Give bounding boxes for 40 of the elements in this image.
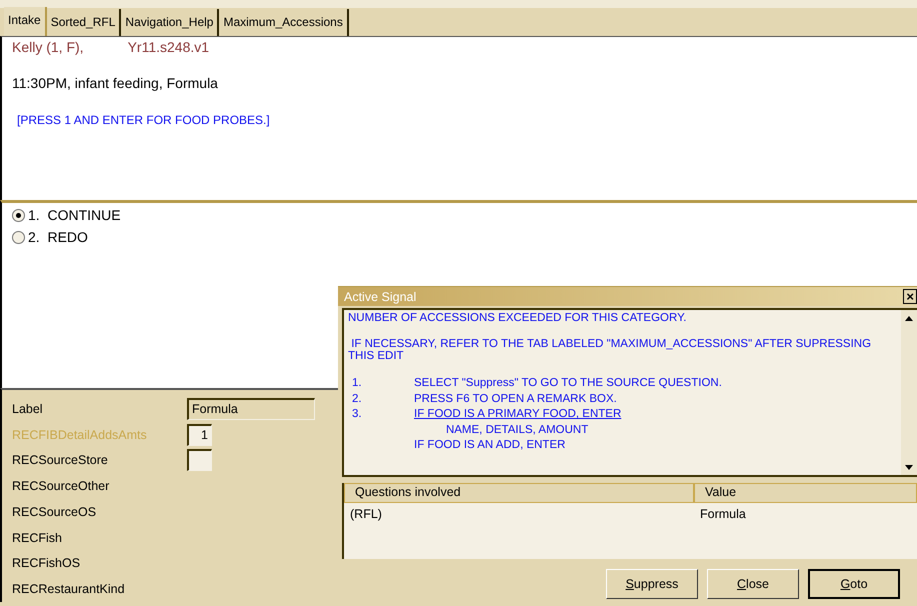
step-text: IF FOOD IS AN ADD, ENTER	[414, 438, 566, 453]
field-label: RECFIBDetailAddsAmts	[12, 428, 148, 442]
input-field[interactable]	[187, 449, 212, 472]
field-label: RECSourceStore	[12, 453, 109, 468]
step-text: PRESS F6 TO OPEN A REMARK BOX.	[414, 392, 617, 406]
column-header[interactable]: Questions involved	[344, 483, 694, 503]
radio-button[interactable]	[12, 208, 25, 222]
input-field[interactable]: Formula	[187, 398, 315, 420]
dialog-button[interactable]: Close	[707, 569, 799, 599]
field-label: RECSourceOther	[12, 479, 110, 494]
scrollbar[interactable]	[901, 310, 917, 475]
dialog-button[interactable]: Goto	[808, 569, 900, 599]
close-button[interactable]: ×	[903, 289, 917, 304]
field-label: RECFish	[12, 530, 64, 545]
table-cell-text: Formula	[699, 506, 747, 523]
table-cell-text: (RFL)	[349, 506, 383, 523]
message-text: NUMBER OF ACCESSIONS EXCEEDED FOR THIS CATEGORY.	[348, 312, 688, 324]
step-text: SELECT "Suppress" TO GO TO THE SOURCE QUESTION.	[414, 376, 722, 391]
field-label: RECRestaurantKind	[12, 582, 126, 596]
step-text: NAME, DETAILS, AMOUNT	[444, 422, 588, 438]
radio-button[interactable]	[12, 230, 25, 244]
interviewer-instruction: [PRESS 1 AND ENTER FOR FOOD PROBES.]	[16, 113, 271, 127]
answer-label[interactable]: 2. REDO	[28, 229, 88, 245]
field-label: RECFishOS	[12, 556, 82, 570]
step-text: IF FOOD IS A PRIMARY FOOD, ENTER	[414, 407, 622, 422]
input-field[interactable]: 1	[187, 424, 212, 446]
step-number: 2.	[351, 392, 363, 406]
respondent-label: Kelly (1, F),	[12, 39, 84, 55]
step-number: 3.	[351, 407, 363, 422]
column-header[interactable]: Value	[694, 483, 917, 503]
message-text: IF NECESSARY, REFER TO THE TAB LABELED "MAXIMUM_ACCESSIONS" AFTER SUPRESSING THIS EDIT	[348, 338, 872, 362]
question-context: 11:30PM, infant feeding, Formula	[12, 75, 219, 91]
dialog-title: Active Signal	[344, 290, 416, 304]
answer-label[interactable]: 1. CONTINUE	[28, 207, 121, 223]
version-label: Yr11.s248.v1	[128, 39, 210, 55]
dialog-button[interactable]: Suppress	[606, 569, 698, 599]
step-number: 1.	[351, 376, 363, 391]
tab[interactable]: Intake	[4, 7, 47, 36]
field-label: RECSourceOS	[12, 504, 98, 519]
field-label: Label	[12, 402, 44, 416]
